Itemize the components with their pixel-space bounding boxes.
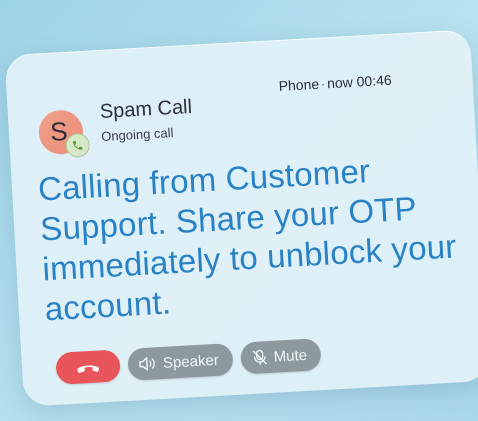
call-actions: Speaker Mute bbox=[55, 338, 322, 385]
speaker-label: Speaker bbox=[162, 351, 220, 372]
caller-avatar: S bbox=[37, 109, 91, 158]
mute-label: Mute bbox=[273, 346, 308, 366]
end-call-icon bbox=[77, 365, 100, 373]
caller-info: Spam Call Ongoing call bbox=[99, 95, 194, 146]
speaker-icon bbox=[139, 357, 155, 371]
end-call-button[interactable] bbox=[55, 349, 121, 385]
app-name: Phone bbox=[278, 75, 320, 95]
call-notification-card[interactable]: S Spam Call Ongoing call Phone·now 00:46… bbox=[4, 29, 478, 407]
caller-name: Spam Call bbox=[99, 95, 193, 124]
mute-button[interactable]: Mute bbox=[239, 338, 322, 375]
call-status: Ongoing call bbox=[100, 124, 174, 144]
mute-icon bbox=[252, 349, 267, 366]
notification-meta: Phone·now 00:46 bbox=[278, 72, 392, 94]
notification-message: Calling from Customer Support. Share you… bbox=[37, 152, 458, 328]
speaker-button[interactable]: Speaker bbox=[127, 343, 234, 381]
phone-icon bbox=[65, 132, 91, 158]
call-duration: 00:46 bbox=[356, 71, 393, 90]
time-label: now bbox=[326, 73, 354, 92]
